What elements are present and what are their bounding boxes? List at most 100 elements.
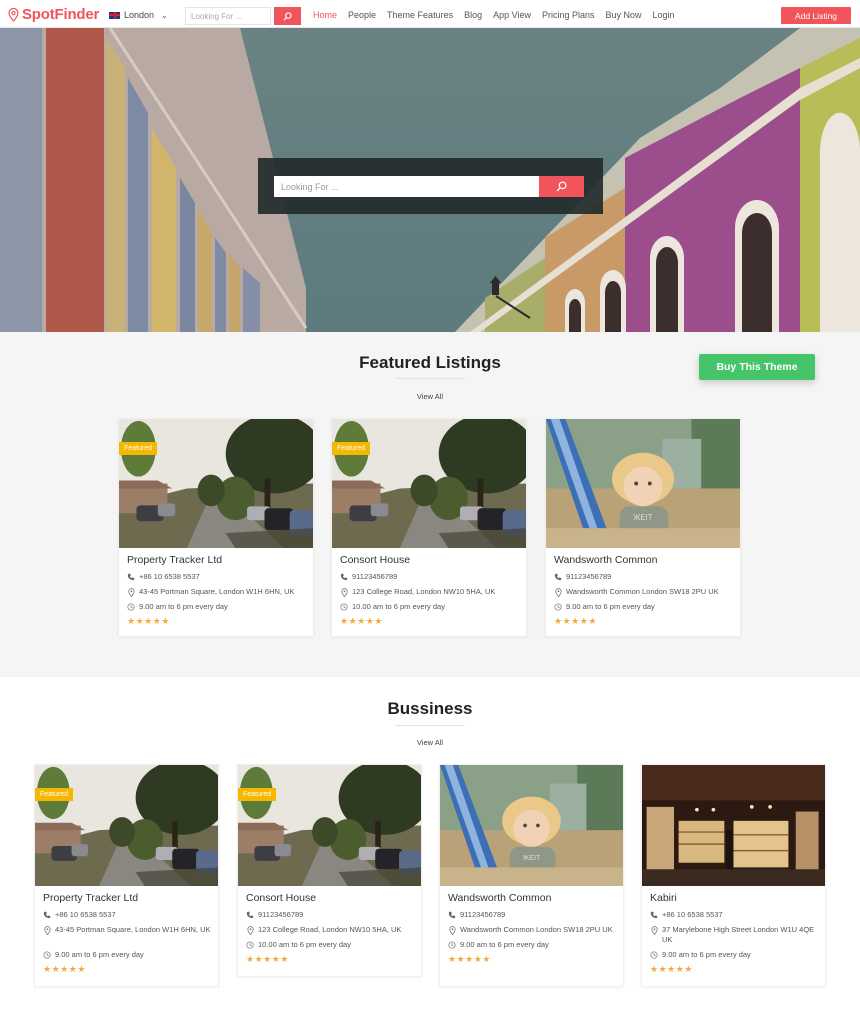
listing-card[interactable]: ЖEIT Wandsworth Common 91123456789 Wandswo… <box>439 764 624 987</box>
clock-icon <box>43 950 51 959</box>
brand-logo[interactable]: SpotFinder <box>8 6 99 23</box>
main-nav: Home People Theme Features Blog App View… <box>313 10 675 20</box>
star-icon: ★ <box>127 616 136 626</box>
featured-view-all-link[interactable]: View All <box>0 392 860 401</box>
business-view-all-link[interactable]: View All <box>0 738 860 747</box>
city-selector[interactable]: London ⌄ <box>109 10 168 20</box>
nav-people[interactable]: People <box>348 10 376 20</box>
star-icon: ★ <box>554 616 563 626</box>
location-pin-icon <box>650 925 658 935</box>
hero-search-input[interactable] <box>274 176 539 197</box>
uk-flag-icon <box>109 11 120 19</box>
listing-title[interactable]: Wandsworth Common <box>448 892 551 904</box>
phone-icon <box>43 910 51 919</box>
listing-image[interactable]: ЖEIT <box>546 419 740 548</box>
star-icon: ★ <box>77 964 86 974</box>
star-icon: ★ <box>340 616 349 626</box>
nav-app-view[interactable]: App View <box>493 10 531 20</box>
listing-hours: 10.00 am to 6 pm every day <box>246 940 415 950</box>
listing-title[interactable]: Consort House <box>340 554 410 566</box>
listing-image[interactable] <box>119 419 313 548</box>
listing-phone: +86 10 6538 5537 <box>650 910 819 920</box>
nav-buy-now[interactable]: Buy Now <box>605 10 641 20</box>
hours-text: 10.00 am to 6 pm every day <box>352 602 445 611</box>
phone-text: +86 10 6538 5537 <box>662 910 723 919</box>
clock-icon <box>340 602 348 611</box>
star-icon: ★ <box>482 954 491 964</box>
listing-image[interactable] <box>332 419 526 548</box>
star-icon: ★ <box>43 964 52 974</box>
phone-text: 91123456789 <box>460 910 506 919</box>
star-icon: ★ <box>650 964 659 974</box>
listing-image[interactable]: ЖEIT <box>440 765 623 886</box>
listing-phone: 91123456789 <box>340 572 520 582</box>
listing-title[interactable]: Kabiri <box>650 892 677 904</box>
listing-title[interactable]: Property Tracker Ltd <box>43 892 138 904</box>
listing-address: 37 Marylebone High Street London W1U 4QE… <box>650 925 819 945</box>
phone-text: +86 10 6538 5537 <box>55 910 116 919</box>
star-icon: ★ <box>562 616 572 626</box>
listing-card[interactable]: Featured Property Tracker Ltd +86 10 6538 … <box>34 764 219 987</box>
nav-pricing-plans[interactable]: Pricing Plans <box>542 10 595 20</box>
listing-card[interactable]: Kabiri +86 10 6538 5537 37 Marylebone High… <box>641 764 826 987</box>
buy-theme-button[interactable]: Buy This Theme <box>699 354 815 380</box>
search-icon <box>283 11 292 21</box>
listing-phone: +86 10 6538 5537 <box>127 572 307 582</box>
city-label: London <box>124 10 155 20</box>
hours-text: 9.00 am to 6 pm every day <box>139 602 228 611</box>
listing-card[interactable]: Featured Property Tracker Ltd +86 10 6538 … <box>118 418 314 637</box>
clock-icon <box>650 950 658 959</box>
hours-text: 9.00 am to 6 pm every day <box>566 602 655 611</box>
listing-address: 43-45 Portman Square, London W1H 6HN, UK <box>43 925 212 935</box>
listing-phone: 91123456789 <box>554 572 734 582</box>
rating-stars: ★★★★★ <box>448 954 491 965</box>
chevron-down-icon: ⌄ <box>161 10 168 20</box>
site-header: SpotFinder London ⌄ Home People Theme Fe… <box>0 0 860 28</box>
listing-address: Wandsworth Common London SW18 2PU UK <box>448 925 617 935</box>
star-icon: ★ <box>263 954 272 964</box>
phone-icon <box>650 910 658 919</box>
nav-blog[interactable]: Blog <box>464 10 482 20</box>
hours-text: 9.00 am to 6 pm every day <box>662 950 751 959</box>
listing-hours: 9.00 am to 6 pm every day <box>650 950 819 960</box>
listing-image[interactable] <box>35 765 218 886</box>
svg-text:ЖEIT: ЖEIT <box>522 853 541 862</box>
rating-stars: ★★★★★ <box>650 964 693 975</box>
listing-card[interactable]: Featured Consort House 91123456789 123 Coll… <box>237 764 422 977</box>
title-divider <box>395 378 465 379</box>
address-text: 123 College Road, London NW10 5HA, UK <box>258 925 402 934</box>
listing-phone: 91123456789 <box>246 910 415 920</box>
listing-title[interactable]: Consort House <box>246 892 316 904</box>
featured-badge: Featured <box>119 442 158 455</box>
listing-card[interactable]: Featured Consort House 91123456789 123 Coll… <box>331 418 527 637</box>
hero-banner <box>0 28 860 332</box>
listing-image[interactable] <box>238 765 421 886</box>
add-listing-button[interactable]: Add Listing <box>781 7 851 24</box>
listing-hours: 10.00 am to 6 pm every day <box>340 602 520 612</box>
listing-title[interactable]: Property Tracker Ltd <box>127 554 222 566</box>
listing-card[interactable]: ЖEIT Wandsworth Common 91123456789 Wandswo… <box>545 418 741 637</box>
featured-badge: Featured <box>35 788 74 801</box>
nav-theme-features[interactable]: Theme Features <box>387 10 453 20</box>
hero-search-panel <box>258 158 603 214</box>
address-text: Wandsworth Common London SW18 2PU UK <box>460 925 613 934</box>
header-search-button[interactable] <box>274 7 301 25</box>
address-text: 43-45 Portman Square, London W1H 6HN, UK <box>55 925 211 934</box>
nav-home[interactable]: Home <box>313 10 337 20</box>
star-icon: ★ <box>571 616 580 626</box>
star-icon: ★ <box>667 964 676 974</box>
nav-login[interactable]: Login <box>653 10 675 20</box>
rating-stars: ★★★★★ <box>43 964 86 975</box>
header-search-input[interactable] <box>185 7 271 25</box>
star-icon: ★ <box>135 616 145 626</box>
listing-title[interactable]: Wandsworth Common <box>554 554 657 566</box>
hero-search-button[interactable] <box>539 176 584 197</box>
listing-hours: 9.00 am to 6 pm every day <box>43 950 212 960</box>
rating-stars: ★★★★★ <box>554 616 597 627</box>
featured-badge: Featured <box>238 788 277 801</box>
listing-image[interactable] <box>642 765 825 886</box>
listing-phone: +86 10 6538 5537 <box>43 910 212 920</box>
address-text: 37 Marylebone High Street London W1U 4QE… <box>662 925 815 944</box>
hours-text: 10.00 am to 6 pm every day <box>258 940 351 949</box>
location-pin-icon <box>127 587 135 597</box>
